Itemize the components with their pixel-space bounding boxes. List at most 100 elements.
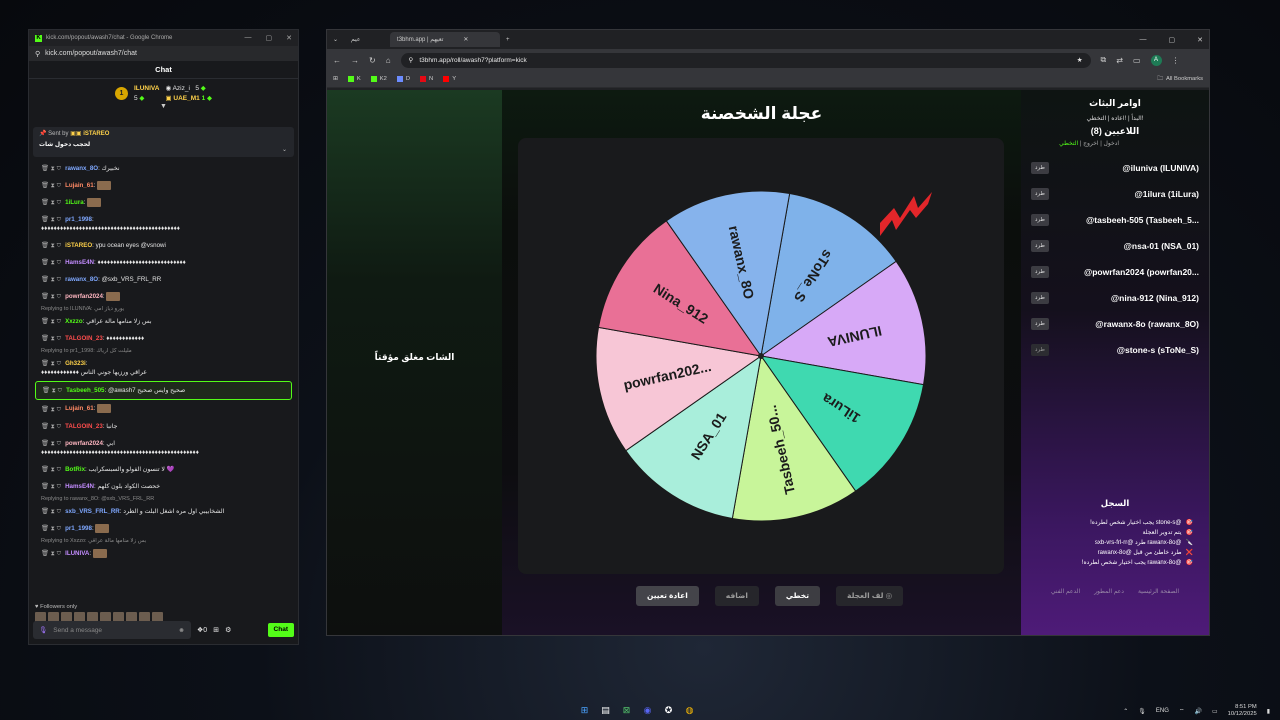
message-username[interactable]: powrfan2024	[65, 440, 103, 447]
mod-actions-icon[interactable]: 🗑 ⧗ ⛉	[41, 483, 61, 490]
mod-actions-icon[interactable]: 🗑 ⧗ ⛉	[41, 242, 61, 249]
bookmark-item[interactable]: K2	[370, 76, 387, 82]
kick-player-button[interactable]: طرد	[1031, 240, 1049, 252]
footer-support-dev-link[interactable]: دعم المطور	[1094, 588, 1124, 595]
message-username[interactable]: HamsE4N	[65, 259, 94, 266]
chat-message[interactable]: 🗑 ⧗ ⛉ TALGOIN_23: ♦♦♦♦♦♦♦♦♦♦♦♦	[35, 330, 292, 347]
emote[interactable]	[106, 292, 121, 302]
mod-actions-icon[interactable]: 🗑 ⧗ ⛉	[41, 318, 61, 325]
chat-message[interactable]: 🗑 ⧗ ⛉ pr1_1998: ♦♦♦♦♦♦♦♦♦♦♦♦♦♦♦♦♦♦♦♦♦♦♦♦♦…	[35, 211, 292, 237]
kick-player-button[interactable]: طرد	[1031, 292, 1049, 304]
home-icon[interactable]: ⌂	[386, 56, 391, 65]
message-username[interactable]: powrfan2024	[65, 293, 103, 300]
bookmark-item[interactable]: K	[347, 76, 361, 82]
emoji-icon[interactable]: ☻	[178, 627, 185, 634]
mod-actions-icon[interactable]: 🗑 ⧗ ⛉	[41, 360, 61, 367]
reply-context[interactable]: Replying to Xxzzo: بس زلا منامها مالة عر…	[35, 537, 292, 545]
new-tab-icon[interactable]: +	[506, 37, 510, 43]
message-username[interactable]: sxb_VRS_FRL_RR	[65, 508, 120, 515]
all-bookmarks[interactable]: 🗀 All Bookmarks	[1157, 74, 1203, 84]
points-icon[interactable]: ❖0	[197, 626, 207, 634]
close-icon[interactable]: ✕	[1197, 36, 1203, 44]
emote[interactable]	[97, 181, 112, 190]
battery-icon[interactable]: ▭	[1212, 708, 1218, 715]
mod-actions-icon[interactable]: 🗑 ⧗ ⛉	[41, 335, 61, 342]
chat-messages-list[interactable]: 🗑 ⧗ ⛉ rawanx_8O: نخبيرك 🗑 ⧗ ⛉ Lujain_61: 🗑 …	[29, 160, 298, 616]
mod-actions-icon[interactable]: 🗑 ⧗ ⛉	[42, 387, 62, 394]
site-info-icon[interactable]: ⚲	[409, 56, 414, 64]
mod-actions-icon[interactable]: 🗑 ⧗ ⛉	[41, 525, 61, 532]
chat-message[interactable]: 🗑 ⧗ ⛉ ILUNIVA:	[35, 545, 292, 562]
kick-player-button[interactable]: طرد	[1031, 318, 1049, 330]
mod-actions-icon[interactable]: 🗑 ⧗ ⛉	[41, 466, 61, 473]
mod-actions-icon[interactable]: 🗑 ⧗ ⛉	[41, 293, 61, 300]
windows-start-icon[interactable]: ⊞	[578, 704, 591, 717]
close-icon[interactable]: ✕	[286, 34, 292, 42]
mod-actions-icon[interactable]: 🗑 ⧗ ⛉	[41, 423, 61, 430]
chat-message[interactable]: 🗑 ⧗ ⛉ HamsE4N: خحصت الكواد بلون كلهم	[35, 478, 292, 495]
minimize-icon[interactable]: —	[245, 34, 252, 42]
add-button[interactable]: اضافه	[714, 586, 759, 606]
kick-player-button[interactable]: طرد	[1031, 214, 1049, 226]
chat-message[interactable]: 🗑 ⧗ ⛉ Xxzzo: بس زلا منامها مالة عراقي	[35, 313, 292, 330]
app-icon[interactable]: ✪	[662, 704, 675, 717]
gift-icon[interactable]: ⊞	[213, 626, 219, 634]
chrome-icon[interactable]: ◍	[683, 704, 696, 717]
leader-name[interactable]: Aziz_i	[173, 85, 190, 92]
chat-url-bar[interactable]: ⚲ kick.com/popout/awash7/chat	[29, 46, 298, 61]
chat-message[interactable]: 🗑 ⧗ ⛉ Gh323i: ♦♦♦♦♦♦♦♦♦♦♦♦ عراقي ورزيها ج…	[35, 355, 292, 381]
downloads-icon[interactable]: ⇄	[1116, 56, 1123, 65]
message-username[interactable]: ILUNIVA	[65, 550, 89, 557]
reply-context[interactable]: Replying to ILUNIVA: يورو دياز امي	[35, 305, 292, 313]
profile-avatar[interactable]: A	[1150, 54, 1162, 66]
apps-icon[interactable]: ⊞	[333, 76, 338, 82]
tab-active[interactable]: t3bhm.app | تعيهم ✕	[390, 32, 501, 47]
reload-icon[interactable]: ↻	[369, 56, 376, 65]
clock[interactable]: 8:51 PM 10/12/2025	[1228, 704, 1257, 718]
microphone-icon[interactable]: 🎙	[39, 626, 47, 634]
maximize-icon[interactable]: ▢	[266, 34, 273, 42]
tab-other[interactable]: عيم	[344, 32, 384, 47]
spin-wheel-button[interactable]: لف العجلة ◎	[836, 586, 904, 606]
reply-context[interactable]: Replying to rawanx_8O: @sxb_VRS_FRL_RR	[35, 495, 292, 503]
message-username[interactable]: 1iLura	[65, 199, 84, 206]
message-username[interactable]: pr1_1998	[65, 525, 92, 532]
chat-message[interactable]: 🗑 ⧗ ⛉ powrfan2024: ابي ♦♦♦♦♦♦♦♦♦♦♦♦♦♦♦♦♦♦♦…	[35, 435, 292, 461]
chat-message[interactable]: 🗑 ⧗ ⛉ Tasbeeh_505: @awash7 صحيح وايس صحيح	[35, 381, 292, 401]
chat-send-button[interactable]: Chat	[267, 623, 294, 637]
leader-name[interactable]: ILUNIVA	[134, 85, 160, 92]
settings-gear-icon[interactable]: ⚙	[225, 626, 231, 634]
menu-icon[interactable]: ⋮	[1172, 56, 1180, 65]
message-username[interactable]: Xxzzo	[65, 318, 83, 325]
message-username[interactable]: iSTAREO	[65, 242, 92, 249]
chat-message[interactable]: 🗑 ⧗ ⛉ Lujain_61:	[35, 400, 292, 417]
message-username[interactable]: Tasbeeh_505	[66, 387, 104, 394]
chat-message[interactable]: 🗑 ⧗ ⛉ iSTAREO: ypu ocean eyes @vsnowi	[35, 237, 292, 254]
reply-context[interactable]: Replying to pr1_1998: مليلت كل ارياك	[35, 347, 292, 355]
message-username[interactable]: TALGOIN_23	[65, 335, 103, 342]
pinned-user[interactable]: iSTAREO	[83, 131, 109, 137]
discord-icon[interactable]: ◉	[641, 704, 654, 717]
send-message-input[interactable]: 🎙 Send a message ☻	[33, 621, 191, 639]
skip-link[interactable]: التخطي	[1059, 141, 1078, 147]
mod-actions-icon[interactable]: 🗑 ⧗ ⛉	[41, 199, 61, 206]
mod-actions-icon[interactable]: 🗑 ⧗ ⛉	[41, 440, 61, 447]
tray-chevron-icon[interactable]: ⌃	[1123, 708, 1128, 715]
leaderboard-expand-icon[interactable]: ▼	[29, 103, 298, 110]
leave-link[interactable]: اخروج	[1083, 141, 1098, 147]
emote[interactable]	[97, 404, 112, 414]
chat-message[interactable]: 🗑 ⧗ ⛉ pr1_1998:	[35, 520, 292, 537]
site-info-icon[interactable]: ⚲	[35, 50, 40, 58]
mod-actions-icon[interactable]: 🗑 ⧗ ⛉	[41, 216, 61, 223]
close-tab-icon[interactable]: ✕	[463, 36, 468, 43]
message-username[interactable]: Gh323i	[65, 360, 86, 367]
message-username[interactable]: Lujain_61	[65, 182, 94, 189]
message-username[interactable]: rawanx_8O	[65, 276, 98, 283]
extensions-icon[interactable]: ⧉	[1101, 55, 1107, 65]
chat-message[interactable]: 🗑 ⧗ ⛉ powrfan2024:	[35, 288, 292, 305]
maximize-icon[interactable]: ▢	[1169, 36, 1176, 44]
volume-icon[interactable]: 🔊	[1195, 708, 1202, 715]
chat-message[interactable]: 🗑 ⧗ ⛉ rawanx_8O: نخبيرك	[35, 160, 292, 177]
language-indicator[interactable]: ENG	[1156, 708, 1169, 714]
chat-message[interactable]: 🗑 ⧗ ⛉ rawanx_8O: @sxb_VRS_FRL_RR	[35, 271, 292, 288]
